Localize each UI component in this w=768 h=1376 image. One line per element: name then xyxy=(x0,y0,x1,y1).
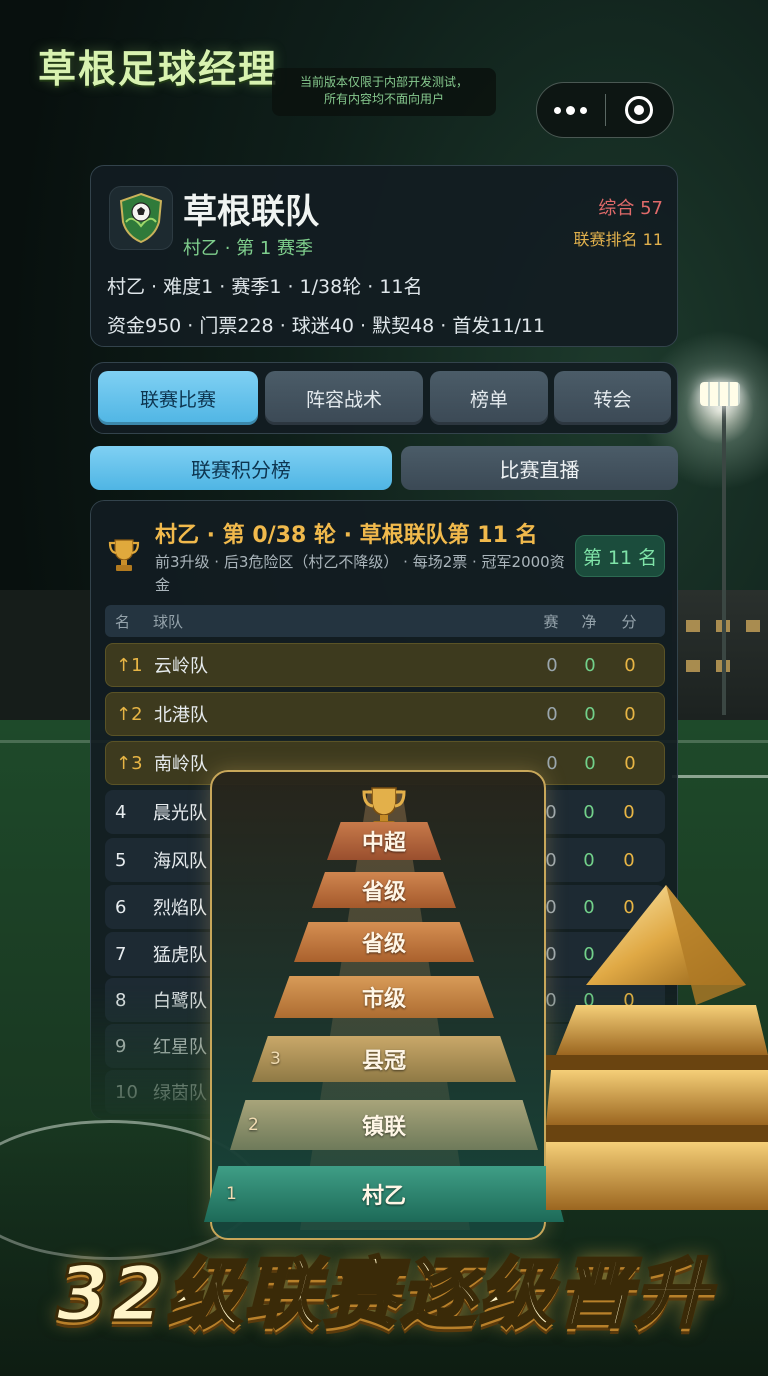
row-rank: ↑3 xyxy=(116,752,143,774)
app-title: 草根足球经理 xyxy=(38,47,279,91)
dev-notice-line1: 当前版本仅限于内部开发测试， xyxy=(299,75,468,89)
tier-number: 3 xyxy=(270,1049,281,1069)
tab-league-match[interactable]: 联赛比赛 xyxy=(98,371,258,425)
row-rank: 9 xyxy=(115,1035,127,1057)
header-points: 分 xyxy=(621,612,637,631)
overall-rating: 综合 57 xyxy=(598,198,663,219)
row-played: 0 xyxy=(546,703,558,725)
row-rank: 6 xyxy=(115,896,127,918)
team-league-season: 村乙 · 第 1 赛季 xyxy=(183,238,314,259)
row-rank: 4 xyxy=(115,801,127,823)
mini-program-capsule xyxy=(536,82,674,138)
floodlight-icon xyxy=(700,382,740,406)
row-points: 0 xyxy=(623,849,635,871)
row-points: 0 xyxy=(623,801,635,823)
row-rank: 5 xyxy=(115,849,127,871)
header-played: 赛 xyxy=(543,612,559,631)
tier-village[interactable]: 1 村乙 xyxy=(204,1166,564,1222)
shield-ball-icon xyxy=(119,192,163,244)
row-team: 南岭队 xyxy=(154,754,208,775)
team-card: 草根联队 村乙 · 第 1 赛季 综合 57 联赛排名 11 村乙 · 难度1 … xyxy=(90,165,678,347)
row-rank: 10 xyxy=(115,1081,138,1103)
tier-number: 2 xyxy=(248,1115,259,1135)
row-team: 烈焰队 xyxy=(153,898,207,919)
row-team: 绿茵队 xyxy=(153,1083,207,1104)
row-goal-diff: 0 xyxy=(583,849,595,871)
standings-title: 村乙 · 第 0/38 轮 · 草根联队第 11 名 xyxy=(155,523,538,548)
standings-description: 前3升级 · 后3危险区（村乙不降级） · 每场2票 · 冠军2000资金 xyxy=(155,553,565,594)
header-rank: 名 xyxy=(115,612,131,631)
more-dots-icon[interactable] xyxy=(537,83,605,137)
row-goal-diff: 0 xyxy=(583,801,595,823)
row-goal-diff: 0 xyxy=(584,752,596,774)
row-team: 云岭队 xyxy=(154,656,208,677)
tier-label: 省级 xyxy=(361,880,406,905)
rank-badge: 第 11 名 xyxy=(575,535,665,577)
team-name: 草根联队 xyxy=(183,192,319,232)
header-goal-diff: 净 xyxy=(581,612,597,631)
tab-transfer[interactable]: 转会 xyxy=(554,371,671,425)
tier-label: 省级 xyxy=(361,932,406,957)
league-rank: 联赛排名 11 xyxy=(573,230,663,249)
close-button[interactable] xyxy=(606,83,674,137)
dev-notice: 当前版本仅限于内部开发测试， 所有内容均不面向用户 xyxy=(272,68,496,116)
tier-town[interactable]: 2 镇联 xyxy=(230,1100,538,1150)
tier-label: 中超 xyxy=(361,831,406,856)
trophy-icon xyxy=(108,539,140,571)
tier-label: 县冠 xyxy=(361,1049,406,1074)
tier-provincial-1[interactable]: 省级 xyxy=(312,872,456,908)
tier-provincial-2[interactable]: 省级 xyxy=(294,922,474,962)
row-team: 海风队 xyxy=(153,851,207,872)
row-team: 白鹭队 xyxy=(153,991,207,1012)
table-row[interactable]: ↑2 北港队 0 0 0 xyxy=(105,692,665,736)
row-rank: 7 xyxy=(115,943,127,965)
row-played: 0 xyxy=(546,654,558,676)
team-info-line1: 村乙 · 难度1 · 赛季1 · 1/38轮 · 11名 xyxy=(107,276,423,298)
row-points: 0 xyxy=(624,654,636,676)
row-team: 猛虎队 xyxy=(153,945,207,966)
row-goal-diff: 0 xyxy=(584,654,596,676)
row-team: 红星队 xyxy=(153,1037,207,1058)
tab-lineup-tactics[interactable]: 阵容战术 xyxy=(265,371,423,425)
header-team: 球队 xyxy=(153,612,184,631)
table-row[interactable]: ↑1 云岭队 0 0 0 xyxy=(105,643,665,687)
main-tab-bar: 联赛比赛 阵容战术 榜单 转会 xyxy=(90,362,678,434)
tier-label: 市级 xyxy=(361,987,406,1012)
row-team: 晨光队 xyxy=(153,803,207,824)
row-rank: ↑2 xyxy=(116,703,143,725)
team-info-line2: 资金950 · 门票228 · 球迷40 · 默契48 · 首发11/11 xyxy=(107,315,546,337)
table-header: 名 球队 赛 净 分 xyxy=(105,605,665,637)
dev-notice-line2: 所有内容均不面向用户 xyxy=(323,92,444,106)
tier-super-league[interactable]: 中超 xyxy=(327,822,441,860)
tier-label: 镇联 xyxy=(361,1115,406,1140)
tier-number: 1 xyxy=(226,1184,237,1204)
subtab-live-match[interactable]: 比赛直播 xyxy=(401,446,678,490)
tab-rankings[interactable]: 榜单 xyxy=(430,371,548,425)
gold-pyramid-icon xyxy=(546,885,768,1210)
tier-county[interactable]: 3 县冠 xyxy=(252,1036,516,1082)
row-goal-diff: 0 xyxy=(584,703,596,725)
row-rank: ↑1 xyxy=(116,654,143,676)
row-team: 北港队 xyxy=(154,705,208,726)
tier-city[interactable]: 市级 xyxy=(274,976,494,1018)
row-points: 0 xyxy=(624,703,636,725)
subtab-league-table[interactable]: 联赛积分榜 xyxy=(90,446,392,490)
tier-label: 村乙 xyxy=(361,1184,406,1209)
promo-banner-title: 32级联赛逐级晋升 xyxy=(55,1248,712,1340)
row-rank: 8 xyxy=(115,989,127,1011)
target-close-icon xyxy=(625,96,654,124)
team-crest xyxy=(109,186,173,250)
row-points: 0 xyxy=(624,752,636,774)
